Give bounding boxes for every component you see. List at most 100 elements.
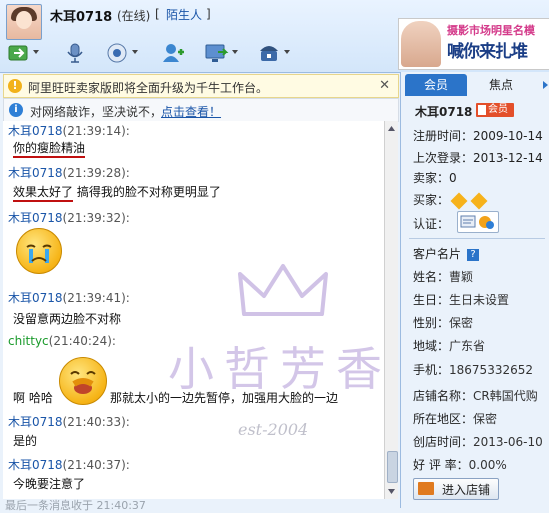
message-sender: 木耳0718(21:39:41): [8, 289, 130, 306]
cert-row: 认证： [413, 215, 449, 232]
shop-created-row: 创店时间：2013-06-10 [413, 433, 543, 450]
member-name: 木耳0718 [415, 105, 473, 119]
card-birthday-label: 生日： [413, 293, 450, 307]
shop-area-row: 所在地区：保密 [413, 410, 497, 427]
scrollbar-thumb[interactable] [387, 451, 398, 483]
panel-divider [409, 238, 545, 239]
scroll-up-icon[interactable] [387, 124, 396, 133]
info-icon: i [9, 103, 23, 117]
buyer-label: 买家： [413, 193, 450, 207]
send-file-dropdown-icon[interactable] [33, 50, 39, 54]
card-birthday-row: 生日：生日未设置 [413, 291, 509, 308]
card-name-value: 曹颖 [449, 270, 474, 284]
info-tabs: 会员 焦点 [401, 74, 549, 96]
message-time: (21:40:24): [48, 334, 116, 348]
card-phone-value: 18675332652 [449, 363, 533, 377]
contact-relation-tag[interactable]: 陌生人 [166, 6, 202, 23]
fraud-notice-text: 对网络敲诈，坚决说不， [30, 105, 163, 119]
shop-created-label: 创店时间： [413, 435, 474, 449]
tab-focus[interactable]: 焦点 [471, 74, 531, 96]
sender-name: 木耳0718 [8, 124, 63, 138]
scroll-down-icon[interactable] [387, 487, 396, 496]
contact-avatar[interactable] [6, 4, 42, 40]
rating-row: 好 评 率：0.00% [413, 456, 507, 473]
fraud-notice-link[interactable]: 点击查看！ [161, 103, 221, 120]
message-time: (21:39:28): [62, 166, 130, 180]
ad-banner[interactable]: 摄影市场明星名模 喊你来扎堆 [398, 18, 549, 70]
card-region-row: 地域：广东省 [413, 337, 485, 354]
send-file-icon[interactable] [6, 42, 32, 64]
contact-status: (在线) [117, 9, 151, 23]
customer-card-title: 客户名片? [413, 245, 480, 262]
upgrade-notice: ! 阿里旺旺卖家版即将全面升级为千牛工作台。 ✕ [3, 74, 399, 98]
card-phone-label: 手机： [413, 363, 450, 377]
underlined-text: 效果太好了 [13, 185, 74, 202]
seller-value: 0 [449, 171, 457, 185]
shop-name-value: CR韩国代购 [473, 389, 538, 403]
crying-face-icon [26, 244, 52, 263]
message-sender: 木耳0718(21:40:33): [8, 413, 130, 430]
camera-icon[interactable] [104, 42, 130, 64]
watermark-est: est-2004 [238, 420, 309, 439]
shop-name-label: 店铺名称： [413, 389, 474, 403]
avatar-face [16, 11, 32, 29]
underlined-text: 你的瘦脸精油 [13, 141, 86, 158]
add-contact-icon[interactable] [160, 42, 186, 64]
shop-icon [418, 482, 434, 495]
fraud-notice: i 对网络敲诈，坚决说不， 点击查看！ [3, 98, 399, 122]
chat-window-header: 木耳0718 (在线) [ 陌生人 ] 摄影市场明星名模 喊你来扎堆 [0, 0, 549, 73]
contact-name[interactable]: 木耳0718 [50, 6, 112, 25]
tab-member[interactable]: 会员 [405, 74, 467, 96]
shop-name-row: 店铺名称：CR韩国代购 [413, 387, 538, 404]
shop-area-value: 保密 [473, 412, 498, 426]
close-icon[interactable]: ✕ [379, 78, 390, 93]
register-label: 注册时间： [413, 129, 474, 143]
cert-label: 认证： [413, 217, 450, 231]
tag-bracket-open: [ [155, 7, 160, 21]
message-sender: 木耳0718(21:39:28): [8, 164, 130, 181]
buyer-diamond-icon[interactable] [450, 192, 468, 209]
camera-dropdown-icon[interactable] [132, 50, 138, 54]
last-login-value: 2013-12-14 [473, 151, 543, 165]
screen-share-dropdown-icon[interactable] [232, 50, 238, 54]
chat-scrollbar[interactable] [384, 121, 398, 499]
tab-scroll-right-icon[interactable] [543, 81, 548, 89]
ad-slogan: 喊你来扎堆 [447, 42, 528, 62]
card-region-label: 地域： [413, 339, 450, 353]
screen-share-icon[interactable] [204, 42, 230, 64]
laughing-emoji-icon [59, 357, 107, 405]
buyer-row: 买家： [413, 191, 488, 209]
ad-model-image [401, 21, 441, 67]
watermark-text: 小哲芳香 [168, 342, 392, 396]
security-dropdown-icon[interactable] [284, 50, 290, 54]
tag-bracket-close: ] [206, 7, 211, 21]
security-icon[interactable] [256, 42, 282, 64]
seller-label: 卖家： [413, 171, 450, 185]
message-text: 是的 [13, 434, 38, 448]
message-text-prefix: 啊 哈哈 [13, 391, 53, 405]
certification-icon[interactable] [457, 211, 499, 233]
last-login-label: 上次登录： [413, 151, 474, 165]
message-time: (21:39:14): [62, 124, 130, 138]
card-gender-value: 保密 [449, 316, 474, 330]
message-time: (21:39:41): [62, 291, 130, 305]
customer-card-label: 客户名片 [413, 247, 462, 261]
crying-emoji-icon [16, 228, 62, 274]
last-login-row: 上次登录：2013-12-14 [413, 149, 543, 166]
sender-name: 木耳0718 [8, 291, 63, 305]
message-time: (21:39:32): [62, 211, 130, 225]
message-sender: 木耳0718(21:40:37): [8, 456, 130, 473]
member-badge[interactable]: 会员 [476, 103, 514, 117]
watermark-crown-icon [238, 264, 328, 316]
upgrade-notice-text: 阿里旺旺卖家版即将全面升级为千牛工作台。 [28, 81, 269, 95]
sender-name: 木耳0718 [8, 211, 63, 225]
help-icon[interactable]: ? [467, 248, 480, 261]
buyer-diamond-icon[interactable] [470, 192, 488, 209]
message-time: (21:40:37): [62, 458, 130, 472]
card-name-row: 姓名：曹颖 [413, 268, 473, 285]
card-birthday-value: 生日未设置 [449, 293, 510, 307]
enter-shop-button[interactable]: 进入店铺 [413, 478, 499, 500]
card-phone-row: 手机：18675332652 [413, 361, 533, 378]
microphone-icon[interactable] [62, 42, 88, 64]
message-sender: 木耳0718(21:39:14): [8, 122, 130, 139]
